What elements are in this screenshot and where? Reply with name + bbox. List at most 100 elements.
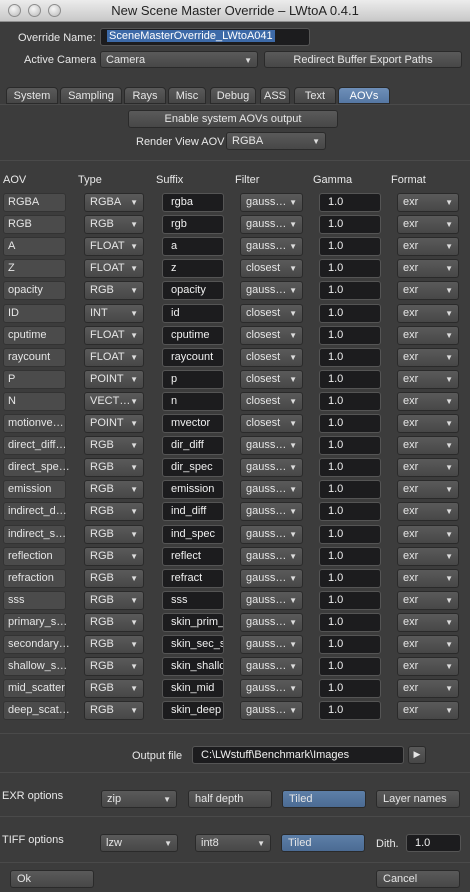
aov-suffix-input[interactable]: p [162,370,224,389]
aov-suffix-input[interactable]: skin_sec_s [162,635,224,654]
aov-format-select[interactable]: exr ▼ [397,502,459,521]
aov-type-select[interactable]: RGB ▼ [84,436,144,455]
aov-gamma-input[interactable]: 1.0 [319,215,381,234]
exr-compression-select[interactable]: zip ▼ [101,790,177,808]
aov-suffix-input[interactable]: cputime [162,326,224,345]
aov-type-select[interactable]: RGB ▼ [84,502,144,521]
aov-format-select[interactable]: exr ▼ [397,370,459,389]
aov-suffix-input[interactable]: ind_spec [162,525,224,544]
aov-format-select[interactable]: exr ▼ [397,547,459,566]
enable-system-aovs-button[interactable]: Enable system AOVs output [128,110,338,128]
aov-filter-select[interactable]: gauss… ▼ [240,547,303,566]
tab-misc[interactable]: Misc [168,87,206,104]
redirect-buffer-paths-button[interactable]: Redirect Buffer Export Paths [264,51,462,68]
aov-type-select[interactable]: RGB ▼ [84,591,144,610]
aov-type-select[interactable]: RGB ▼ [84,701,144,720]
aov-filter-select[interactable]: closest ▼ [240,348,303,367]
aov-type-select[interactable]: FLOAT ▼ [84,259,144,278]
aov-format-select[interactable]: exr ▼ [397,281,459,300]
aov-filter-select[interactable]: gauss… ▼ [240,613,303,632]
aov-gamma-input[interactable]: 1.0 [319,458,381,477]
override-name-input[interactable]: SceneMasterOverride_LWtoA041 [100,28,310,46]
aov-filter-select[interactable]: gauss… ▼ [240,591,303,610]
aov-format-select[interactable]: exr ▼ [397,591,459,610]
aov-format-select[interactable]: exr ▼ [397,701,459,720]
tab-system[interactable]: System [6,87,58,104]
tab-aovs[interactable]: AOVs [338,87,390,104]
aov-suffix-input[interactable]: emission [162,480,224,499]
aov-filter-select[interactable]: gauss… ▼ [240,237,303,256]
aov-format-select[interactable]: exr ▼ [397,657,459,676]
aov-format-select[interactable]: exr ▼ [397,215,459,234]
aov-filter-select[interactable]: gauss… ▼ [240,281,303,300]
aov-filter-select[interactable]: gauss… ▼ [240,458,303,477]
aov-gamma-input[interactable]: 1.0 [319,569,381,588]
aov-gamma-input[interactable]: 1.0 [319,304,381,323]
aov-filter-select[interactable]: gauss… ▼ [240,480,303,499]
aov-format-select[interactable]: exr ▼ [397,392,459,411]
aov-suffix-input[interactable]: id [162,304,224,323]
aov-filter-select[interactable]: closest ▼ [240,326,303,345]
aov-suffix-input[interactable]: skin_deep [162,701,224,720]
aov-filter-select[interactable]: gauss… ▼ [240,193,303,212]
aov-format-select[interactable]: exr ▼ [397,436,459,455]
aov-gamma-input[interactable]: 1.0 [319,414,381,433]
aov-gamma-input[interactable]: 1.0 [319,613,381,632]
aov-format-select[interactable]: exr ▼ [397,193,459,212]
aov-gamma-input[interactable]: 1.0 [319,657,381,676]
aov-gamma-input[interactable]: 1.0 [319,370,381,389]
render-view-aov-select[interactable]: RGBA ▼ [226,132,326,150]
aov-gamma-input[interactable]: 1.0 [319,348,381,367]
aov-format-select[interactable]: exr ▼ [397,326,459,345]
aov-filter-select[interactable]: gauss… ▼ [240,569,303,588]
aov-format-select[interactable]: exr ▼ [397,259,459,278]
dither-input[interactable]: 1.0 [406,834,461,852]
aov-format-select[interactable]: exr ▼ [397,679,459,698]
aov-suffix-input[interactable]: refract [162,569,224,588]
aov-filter-select[interactable]: closest ▼ [240,370,303,389]
tab-debug[interactable]: Debug [210,87,256,104]
aov-format-select[interactable]: exr ▼ [397,525,459,544]
aov-filter-select[interactable]: gauss… ▼ [240,635,303,654]
aov-format-select[interactable]: exr ▼ [397,414,459,433]
aov-type-select[interactable]: RGB ▼ [84,525,144,544]
aov-type-select[interactable]: VECT… ▼ [84,392,144,411]
aov-suffix-input[interactable]: reflect [162,547,224,566]
aov-gamma-input[interactable]: 1.0 [319,480,381,499]
aov-gamma-input[interactable]: 1.0 [319,635,381,654]
aov-filter-select[interactable]: closest ▼ [240,304,303,323]
aov-suffix-input[interactable]: skin_prim_ [162,613,224,632]
aov-filter-select[interactable]: gauss… ▼ [240,657,303,676]
aov-type-select[interactable]: RGB ▼ [84,547,144,566]
aov-suffix-input[interactable]: raycount [162,348,224,367]
active-camera-select[interactable]: Camera ▼ [100,51,258,68]
aov-suffix-input[interactable]: z [162,259,224,278]
aov-type-select[interactable]: POINT ▼ [84,414,144,433]
aov-gamma-input[interactable]: 1.0 [319,591,381,610]
aov-filter-select[interactable]: closest ▼ [240,392,303,411]
output-file-input[interactable]: C:\LWstuff\Benchmark\Images [192,746,404,764]
exr-tiled-toggle[interactable]: Tiled [282,790,366,808]
aov-type-select[interactable]: RGB ▼ [84,635,144,654]
aov-gamma-input[interactable]: 1.0 [319,326,381,345]
aov-filter-select[interactable]: closest ▼ [240,414,303,433]
aov-suffix-input[interactable]: ind_diff [162,502,224,521]
aov-suffix-input[interactable]: dir_spec [162,458,224,477]
aov-gamma-input[interactable]: 1.0 [319,281,381,300]
aov-gamma-input[interactable]: 1.0 [319,502,381,521]
aov-filter-select[interactable]: closest ▼ [240,259,303,278]
aov-filter-select[interactable]: gauss… ▼ [240,701,303,720]
cancel-button[interactable]: Cancel [376,870,460,888]
aov-gamma-input[interactable]: 1.0 [319,259,381,278]
aov-format-select[interactable]: exr ▼ [397,348,459,367]
aov-type-select[interactable]: FLOAT ▼ [84,326,144,345]
tiff-compression-select[interactable]: lzw ▼ [100,834,178,852]
ok-button[interactable]: Ok [10,870,94,888]
half-depth-toggle[interactable]: half depth [188,790,272,808]
aov-type-select[interactable]: RGB ▼ [84,281,144,300]
aov-type-select[interactable]: RGB ▼ [84,215,144,234]
aov-type-select[interactable]: POINT ▼ [84,370,144,389]
aov-suffix-input[interactable]: dir_diff [162,436,224,455]
aov-filter-select[interactable]: gauss… ▼ [240,215,303,234]
aov-type-select[interactable]: FLOAT ▼ [84,237,144,256]
